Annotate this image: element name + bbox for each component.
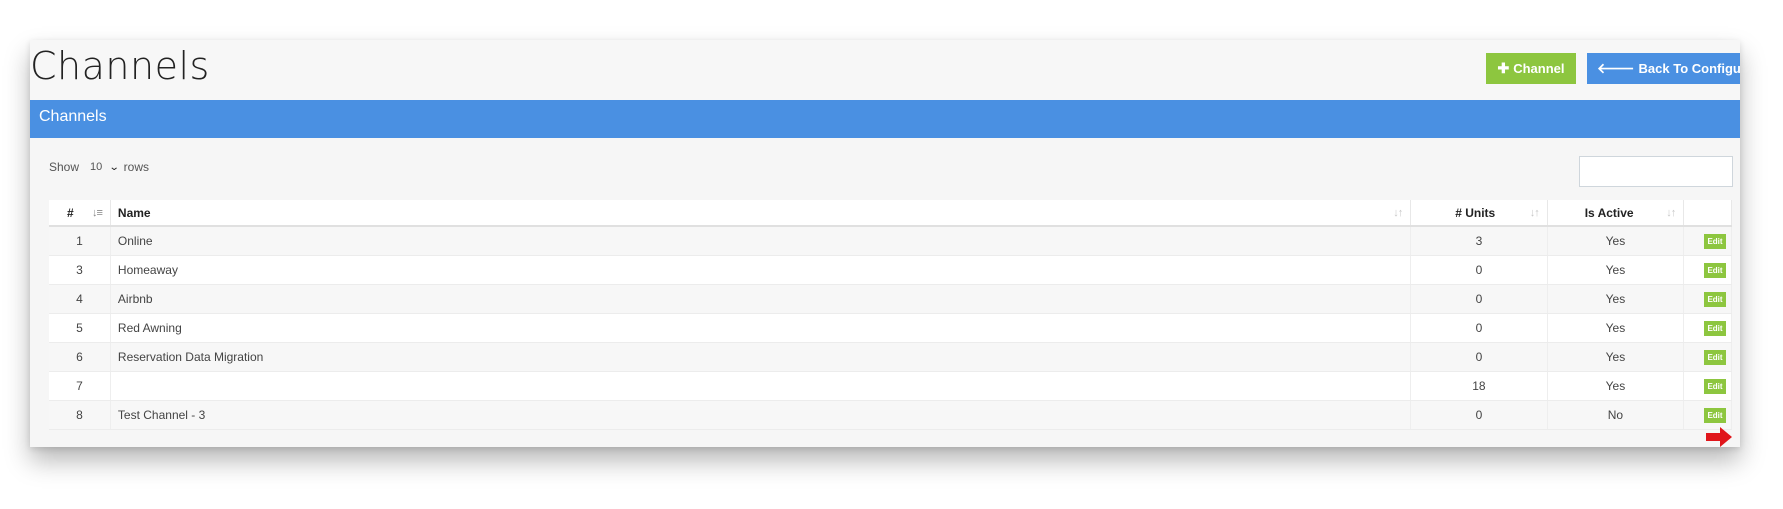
sort-icon[interactable]: ↓↑ bbox=[1666, 207, 1676, 219]
channels-window: Channels ✚ Channel 🡐 Back To Configurati… bbox=[30, 40, 1740, 447]
column-header-name[interactable]: Name ↓↑ bbox=[110, 200, 1412, 227]
actions-cell: Edit bbox=[1683, 226, 1732, 256]
table-row: 7 18 Yes Edit bbox=[49, 371, 1732, 401]
actions-cell: Edit bbox=[1683, 371, 1732, 401]
units-count: 0 bbox=[1410, 313, 1548, 343]
is-active-value: Yes bbox=[1547, 342, 1685, 372]
row-number: 5 bbox=[49, 313, 111, 343]
page-title: Channels bbox=[30, 44, 210, 88]
red-arrow-annotation-icon bbox=[1706, 427, 1732, 447]
units-count: 0 bbox=[1410, 342, 1548, 372]
is-active-value: Yes bbox=[1547, 226, 1685, 256]
sort-ascending-icon[interactable]: ↓≡ bbox=[92, 207, 103, 219]
units-count: 3 bbox=[1410, 226, 1548, 256]
sort-icon[interactable]: ↓↑ bbox=[1530, 207, 1540, 219]
channel-name: Test Channel - 3 bbox=[110, 400, 1412, 430]
back-label: Back To Configuration bbox=[1638, 61, 1740, 76]
add-channel-label: Channel bbox=[1513, 61, 1565, 76]
panel-body: Show 10 ⌄ rows # ↓≡ Name ↓↑ # Units ↓↑ I… bbox=[30, 138, 1740, 447]
actions-cell: Edit bbox=[1683, 400, 1732, 430]
rows-label: rows bbox=[123, 160, 150, 174]
edit-button[interactable]: Edit bbox=[1704, 262, 1726, 278]
rows-per-page-select[interactable]: 10 bbox=[90, 161, 102, 173]
edit-button[interactable]: Edit bbox=[1704, 378, 1726, 394]
row-number: 1 bbox=[49, 226, 111, 256]
row-number: 3 bbox=[49, 255, 111, 285]
arrow-left-icon: 🡐 bbox=[1597, 60, 1635, 76]
table-row: 1 Online 3 Yes Edit bbox=[49, 226, 1732, 256]
actions-cell: Edit bbox=[1683, 313, 1732, 343]
table-row: 5 Red Awning 0 Yes Edit bbox=[49, 313, 1732, 343]
edit-button[interactable]: Edit bbox=[1704, 291, 1726, 307]
rows-per-page-control: Show 10 ⌄ rows bbox=[49, 160, 149, 174]
column-header-number[interactable]: # ↓≡ bbox=[49, 200, 111, 227]
sort-icon[interactable]: ↓↑ bbox=[1393, 207, 1403, 219]
chevron-down-icon[interactable]: ⌄ bbox=[109, 162, 120, 173]
row-number: 4 bbox=[49, 284, 111, 314]
table-row: 6 Reservation Data Migration 0 Yes Edit bbox=[49, 342, 1732, 372]
units-count: 0 bbox=[1410, 284, 1548, 314]
edit-button[interactable]: Edit bbox=[1704, 233, 1726, 249]
plus-icon: ✚ bbox=[1497, 60, 1510, 76]
table-row: 4 Airbnb 0 Yes Edit bbox=[49, 284, 1732, 314]
units-count: 18 bbox=[1410, 371, 1548, 401]
edit-button[interactable]: Edit bbox=[1704, 320, 1726, 336]
actions-cell: Edit bbox=[1683, 342, 1732, 372]
channel-name: Homeaway bbox=[110, 255, 1412, 285]
table-header-row: # ↓≡ Name ↓↑ # Units ↓↑ Is Active ↓↑ bbox=[49, 200, 1732, 227]
is-active-value: Yes bbox=[1547, 313, 1685, 343]
row-number: 8 bbox=[49, 400, 111, 430]
add-channel-button[interactable]: ✚ Channel bbox=[1486, 53, 1576, 84]
show-label: Show bbox=[49, 160, 80, 174]
channels-table: # ↓≡ Name ↓↑ # Units ↓↑ Is Active ↓↑ 1 O… bbox=[49, 200, 1732, 430]
channel-name: Reservation Data Migration bbox=[110, 342, 1412, 372]
column-header-units[interactable]: # Units ↓↑ bbox=[1410, 200, 1548, 227]
is-active-value: Yes bbox=[1547, 371, 1685, 401]
channel-name: Online bbox=[110, 226, 1412, 256]
actions-cell: Edit bbox=[1683, 284, 1732, 314]
panel-heading: Channels bbox=[30, 100, 1740, 138]
edit-button[interactable]: Edit bbox=[1704, 349, 1726, 365]
actions-cell: Edit bbox=[1683, 255, 1732, 285]
edit-button[interactable]: Edit bbox=[1704, 407, 1726, 423]
table-row: 8 Test Channel - 3 0 No Edit bbox=[49, 400, 1732, 430]
units-count: 0 bbox=[1410, 255, 1548, 285]
row-number: 7 bbox=[49, 371, 111, 401]
table-row: 3 Homeaway 0 Yes Edit bbox=[49, 255, 1732, 285]
page-header: Channels ✚ Channel 🡐 Back To Configurati… bbox=[30, 40, 1740, 100]
channel-name bbox=[110, 371, 1412, 401]
channel-name: Red Awning bbox=[110, 313, 1412, 343]
column-header-is-active[interactable]: Is Active ↓↑ bbox=[1547, 200, 1685, 227]
channel-name: Airbnb bbox=[110, 284, 1412, 314]
column-header-actions bbox=[1683, 200, 1732, 227]
is-active-value: No bbox=[1547, 400, 1685, 430]
units-count: 0 bbox=[1410, 400, 1548, 430]
search-input[interactable] bbox=[1579, 156, 1733, 187]
row-number: 6 bbox=[49, 342, 111, 372]
is-active-value: Yes bbox=[1547, 284, 1685, 314]
is-active-value: Yes bbox=[1547, 255, 1685, 285]
back-to-configuration-button[interactable]: 🡐 Back To Configuration bbox=[1587, 53, 1740, 84]
